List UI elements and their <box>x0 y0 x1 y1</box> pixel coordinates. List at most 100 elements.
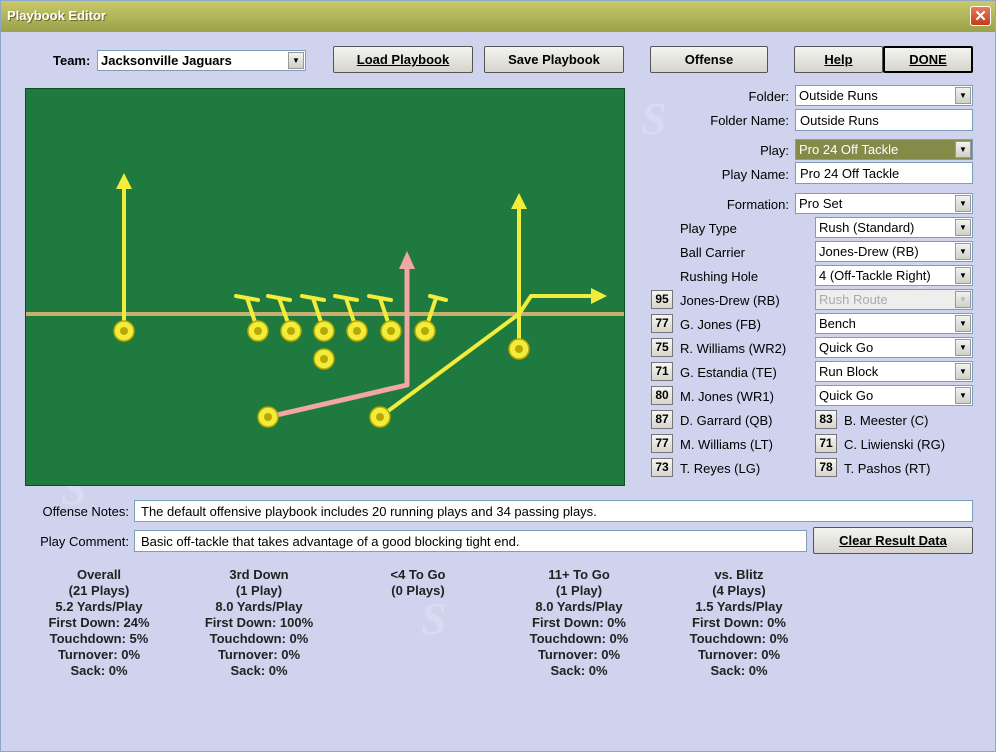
close-icon[interactable]: ✕ <box>970 6 991 26</box>
play-name-input[interactable]: Pro 24 Off Tackle <box>795 162 973 184</box>
ball-carrier-arrow-icon <box>399 251 415 269</box>
player-assignment-select[interactable]: Quick Go ▼ <box>815 337 973 358</box>
stat-line: Turnover: 0% <box>697 647 781 662</box>
dropdown-arrow-icon[interactable]: ▼ <box>955 387 971 404</box>
offense-label: Offense <box>684 52 734 67</box>
play-diagram[interactable] <box>26 89 624 485</box>
stat-line: First Down: 0% <box>692 615 786 630</box>
team-select-value: Jacksonville Jaguars <box>101 53 232 68</box>
offense-button[interactable]: Offense <box>650 46 768 73</box>
player-number-button[interactable]: 71 <box>815 434 837 453</box>
stat-line: (1 Play) <box>235 583 283 598</box>
stat-line: Sack: 0% <box>710 663 768 678</box>
load-playbook-button[interactable]: Load Playbook <box>333 46 473 73</box>
player-assignment-select[interactable]: Run Block ▼ <box>815 361 973 382</box>
player-assignment-select[interactable]: Bench ▼ <box>815 313 973 334</box>
player-number-button[interactable]: 77 <box>651 314 673 333</box>
dropdown-arrow-icon[interactable]: ▼ <box>955 87 971 104</box>
stats-11-plus-to-go: 11+ To Go (1 Play) 8.0 Yards/Play First … <box>499 567 659 679</box>
player-name: M. Jones (WR1) <box>680 389 774 404</box>
dropdown-arrow-icon[interactable]: ▼ <box>955 219 971 236</box>
team-label: Team: <box>53 53 91 68</box>
dropdown-arrow-icon[interactable]: ▼ <box>288 52 304 69</box>
player-assignment-value: Quick Go <box>819 340 874 355</box>
play-comment-input[interactable]: Basic off-tackle that takes advantage of… <box>134 530 807 552</box>
dropdown-arrow-icon[interactable]: ▼ <box>955 339 971 356</box>
stats-less-than-4-to-go: <4 To Go (0 Plays) <box>338 567 498 599</box>
folder-select-value: Outside Runs <box>799 88 878 103</box>
save-playbook-button[interactable]: Save Playbook <box>484 46 624 73</box>
ball-carrier-value: Jones-Drew (RB) <box>819 244 919 259</box>
dropdown-arrow-icon[interactable]: ▼ <box>955 195 971 212</box>
stat-line: <4 To Go <box>390 567 446 582</box>
player-number-button[interactable]: 95 <box>651 290 673 309</box>
player-number-button[interactable]: 77 <box>651 434 673 453</box>
load-playbook-label: Load Playbook <box>356 52 450 67</box>
folder-name-input[interactable]: Outside Runs <box>795 109 973 131</box>
player-assignment-select: Rush Route ▼ <box>815 289 973 310</box>
player-assignment-select[interactable]: Quick Go ▼ <box>815 385 973 406</box>
player-number-button[interactable]: 71 <box>651 362 673 381</box>
player-name: T. Pashos (RT) <box>844 461 931 476</box>
play-comment-label: Play Comment: <box>40 534 129 549</box>
stat-line: First Down: 24% <box>48 615 150 630</box>
clear-result-data-label: Clear Result Data <box>839 533 947 548</box>
offense-notes-label: Offense Notes: <box>42 504 129 519</box>
dropdown-arrow-icon[interactable]: ▼ <box>955 141 971 158</box>
dropdown-arrow-icon[interactable]: ▼ <box>955 315 971 332</box>
player-number-button[interactable]: 75 <box>651 338 673 357</box>
formation-select[interactable]: Pro Set ▼ <box>795 193 973 214</box>
stat-line: 8.0 Yards/Play <box>535 599 623 614</box>
player-number-button[interactable]: 73 <box>651 458 673 477</box>
play-type-value: Rush (Standard) <box>819 220 915 235</box>
player-name: M. Williams (LT) <box>680 437 773 452</box>
play-diagram-field[interactable] <box>25 88 625 486</box>
player-name: D. Garrard (QB) <box>680 413 773 428</box>
ball-carrier-select[interactable]: Jones-Drew (RB) ▼ <box>815 241 973 262</box>
folder-select[interactable]: Outside Runs ▼ <box>795 85 973 106</box>
play-select-value: Pro 24 Off Tackle <box>799 142 899 157</box>
save-playbook-label: Save Playbook <box>508 52 600 67</box>
stat-line: Sack: 0% <box>550 663 608 678</box>
player-number-button[interactable]: 78 <box>815 458 837 477</box>
playbook-editor-window: Playbook Editor ✕ S S S S Team: Jacksonv… <box>0 0 996 752</box>
done-label: DONE <box>909 52 947 67</box>
player-assignment-value: Bench <box>819 316 856 331</box>
offense-notes-value: The default offensive playbook includes … <box>141 504 597 519</box>
player-number-button[interactable]: 83 <box>815 410 837 429</box>
player-name: G. Estandia (TE) <box>680 365 777 380</box>
dropdown-arrow-icon[interactable]: ▼ <box>955 243 971 260</box>
folder-label: Folder: <box>748 89 789 104</box>
play-type-label: Play Type <box>680 221 737 236</box>
play-select[interactable]: Pro 24 Off Tackle ▼ <box>795 139 973 160</box>
play-comment-value: Basic off-tackle that takes advantage of… <box>141 534 520 549</box>
stat-line: Overall <box>76 567 122 582</box>
stat-line: Touchdown: 0% <box>529 631 629 646</box>
stat-line: Sack: 0% <box>230 663 288 678</box>
folder-name-value: Outside Runs <box>800 113 879 128</box>
play-type-select[interactable]: Rush (Standard) ▼ <box>815 217 973 238</box>
dropdown-arrow-icon[interactable]: ▼ <box>955 363 971 380</box>
help-button[interactable]: Help <box>794 46 883 73</box>
stat-line: vs. Blitz <box>714 567 764 582</box>
stat-line: (4 Plays) <box>712 583 766 598</box>
player-number-button[interactable]: 87 <box>651 410 673 429</box>
done-button[interactable]: DONE <box>883 46 973 73</box>
player-number-button[interactable]: 80 <box>651 386 673 405</box>
stat-line: First Down: 0% <box>532 615 626 630</box>
player-name: Jones-Drew (RB) <box>680 293 780 308</box>
offense-notes-input[interactable]: The default offensive playbook includes … <box>134 500 973 522</box>
stat-line: Touchdown: 0% <box>209 631 309 646</box>
stat-line: (1 Play) <box>555 583 603 598</box>
stat-line: (0 Plays) <box>391 583 445 598</box>
stat-line: 3rd Down <box>229 567 289 582</box>
help-label: Help <box>824 52 853 67</box>
rushing-hole-select[interactable]: 4 (Off-Tackle Right) ▼ <box>815 265 973 286</box>
stat-line: Turnover: 0% <box>537 647 621 662</box>
clear-result-data-button[interactable]: Clear Result Data <box>813 527 973 554</box>
team-select[interactable]: Jacksonville Jaguars ▼ <box>97 50 306 71</box>
rushing-hole-label: Rushing Hole <box>680 269 759 284</box>
dropdown-arrow-icon[interactable]: ▼ <box>955 267 971 284</box>
stat-line: Sack: 0% <box>70 663 128 678</box>
client-area: S S S S Team: Jacksonville Jaguars ▼ Loa… <box>1 32 995 751</box>
